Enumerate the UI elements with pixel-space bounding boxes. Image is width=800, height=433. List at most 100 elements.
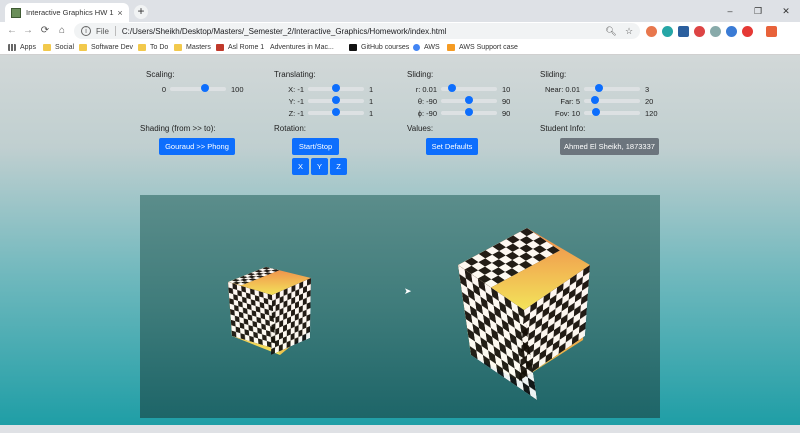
new-tab-button[interactable]: + bbox=[134, 5, 148, 19]
minimize-button[interactable]: – bbox=[716, 0, 744, 22]
phi-slider[interactable] bbox=[441, 108, 497, 116]
slider-row: 0 100 bbox=[146, 83, 244, 95]
folder-icon bbox=[174, 43, 182, 51]
student-heading: Student Info: bbox=[540, 124, 586, 133]
bookmark-to-do[interactable]: To Do bbox=[138, 40, 168, 54]
webgl-canvas[interactable] bbox=[140, 195, 660, 418]
browser-tab[interactable]: Interactive Graphics HW 1 × bbox=[5, 3, 129, 22]
slider-min-label: 0 bbox=[161, 84, 166, 94]
extension-icon[interactable] bbox=[694, 26, 705, 37]
start-stop-button[interactable]: Start/Stop bbox=[292, 138, 339, 155]
slider-label: ϕ: -90 bbox=[417, 108, 437, 118]
zoom-icon[interactable]: 🔍︎ bbox=[604, 26, 618, 37]
bookmark-label: Asl Rome 1 bbox=[228, 43, 265, 51]
theta-slider[interactable] bbox=[441, 96, 497, 104]
info-icon[interactable]: i bbox=[81, 26, 91, 36]
slider-label: Z: -1 bbox=[288, 108, 304, 118]
slider-max-label: 90 bbox=[502, 108, 511, 118]
slider-max-label: 20 bbox=[645, 96, 654, 106]
bookmark-aws[interactable]: AWS bbox=[413, 40, 440, 54]
url-text[interactable]: C:/Users/Sheikh/Desktop/Masters/_Semeste… bbox=[122, 27, 604, 36]
scaling-slider[interactable] bbox=[170, 84, 226, 92]
extension-icon[interactable] bbox=[710, 26, 721, 37]
slider-max-label: 1 bbox=[369, 108, 374, 118]
rotate-x-button[interactable]: X bbox=[292, 158, 309, 175]
slider-label: X: -1 bbox=[288, 84, 304, 94]
extension-icon[interactable] bbox=[662, 26, 673, 37]
extension-icon[interactable] bbox=[646, 26, 657, 37]
rotate-y-button[interactable]: Y bbox=[311, 158, 328, 175]
student-info-button[interactable]: Ahmed El Sheikh, 1873337 bbox=[560, 138, 659, 155]
extension-icon[interactable] bbox=[726, 26, 737, 37]
slider-thumb[interactable] bbox=[332, 84, 340, 92]
bookmark-social[interactable]: Social bbox=[43, 40, 74, 54]
bookmark-label: To Do bbox=[150, 43, 169, 51]
reload-icon[interactable]: ⟳ bbox=[37, 23, 53, 39]
bookmark-label: Apps bbox=[20, 43, 36, 51]
bookmark-apps[interactable]: Apps bbox=[8, 40, 36, 54]
scene-svg bbox=[228, 227, 590, 400]
slider-max-label: 100 bbox=[231, 84, 244, 94]
tab-title: Interactive Graphics HW 1 bbox=[26, 8, 114, 17]
radius-slider[interactable] bbox=[441, 84, 497, 92]
slider-thumb[interactable] bbox=[200, 84, 209, 92]
slider-thumb[interactable] bbox=[465, 108, 473, 116]
slider-max-label: 1 bbox=[369, 96, 374, 106]
shading-toggle-button[interactable]: Gouraud >> Phong bbox=[159, 138, 235, 155]
divider bbox=[114, 26, 116, 36]
address-bar[interactable]: i File C:/Users/Sheikh/Desktop/Masters/_… bbox=[74, 23, 640, 39]
small-checkered-cube bbox=[228, 267, 312, 355]
back-icon[interactable]: ← bbox=[4, 23, 20, 39]
slider-row: Fov: 10 120 bbox=[540, 107, 658, 119]
slider-max-label: 90 bbox=[502, 96, 511, 106]
projection-sliding-heading: Sliding: bbox=[540, 70, 567, 79]
bookmark-label: Social bbox=[55, 43, 75, 51]
set-defaults-button[interactable]: Set Defaults bbox=[426, 138, 478, 155]
bookmark-asl-rome[interactable]: Asl Rome 1 bbox=[216, 40, 264, 54]
bookmark-star-icon[interactable]: ☆ bbox=[622, 26, 636, 37]
translate-x-slider[interactable] bbox=[308, 84, 364, 92]
translate-y-slider[interactable] bbox=[308, 96, 364, 104]
near-slider[interactable] bbox=[584, 84, 640, 92]
bookmark-masters[interactable]: Masters bbox=[174, 40, 211, 54]
google-icon bbox=[413, 43, 420, 51]
slider-thumb[interactable] bbox=[332, 96, 340, 104]
slider-label: Fov: 10 bbox=[554, 108, 580, 118]
dev-icon bbox=[349, 43, 357, 51]
axis-button-group: X Y Z bbox=[292, 158, 347, 175]
bookmark-label: AWS bbox=[424, 43, 440, 51]
extension-icon[interactable] bbox=[742, 26, 753, 37]
slider-label: Near: 0.01 bbox=[544, 84, 580, 94]
bookmarks-bar: Apps Social Software Dev To Do Masters A… bbox=[0, 40, 800, 102]
close-window-button[interactable]: ✕ bbox=[772, 0, 800, 22]
slider-thumb[interactable] bbox=[332, 108, 340, 116]
rotate-z-button[interactable]: Z bbox=[330, 158, 347, 175]
bookmark-github-courses[interactable]: GitHub courses bbox=[349, 40, 409, 54]
translate-z-slider[interactable] bbox=[308, 108, 364, 116]
slider-thumb[interactable] bbox=[592, 108, 601, 116]
slider-label: r: 0.01 bbox=[415, 84, 437, 94]
slider-thumb[interactable] bbox=[595, 84, 604, 92]
slider-thumb[interactable] bbox=[448, 84, 457, 92]
slider-thumb[interactable] bbox=[465, 96, 473, 104]
slider-row: Z: -1 1 bbox=[274, 107, 373, 119]
extension-icon[interactable] bbox=[678, 26, 689, 37]
translating-heading: Translating: bbox=[274, 70, 316, 79]
tab-strip: Interactive Graphics HW 1 × + – ❐ ✕ bbox=[0, 0, 800, 22]
camera-sliding-heading: Sliding: bbox=[407, 70, 434, 79]
maximize-button[interactable]: ❐ bbox=[744, 0, 772, 22]
bookmark-label: Masters bbox=[186, 43, 211, 51]
slider-thumb[interactable] bbox=[591, 96, 600, 104]
folder-icon bbox=[138, 43, 146, 51]
url-scheme: File bbox=[96, 26, 109, 36]
tab-close-icon[interactable]: × bbox=[114, 8, 126, 18]
fov-slider[interactable] bbox=[584, 108, 640, 116]
bookmark-aws-support[interactable]: AWS Support case bbox=[447, 40, 518, 54]
shading-panel: Shading (from >> to): Gouraud >> Phong bbox=[140, 124, 235, 155]
bookmark-software-dev[interactable]: Software Dev bbox=[79, 40, 133, 54]
far-slider[interactable] bbox=[584, 96, 640, 104]
bookmark-adventures[interactable]: Adventures in Mac... bbox=[270, 40, 334, 102]
forward-icon[interactable]: → bbox=[20, 23, 36, 39]
home-icon[interactable]: ⌂ bbox=[54, 23, 70, 39]
brave-shield-icon[interactable] bbox=[766, 26, 777, 37]
